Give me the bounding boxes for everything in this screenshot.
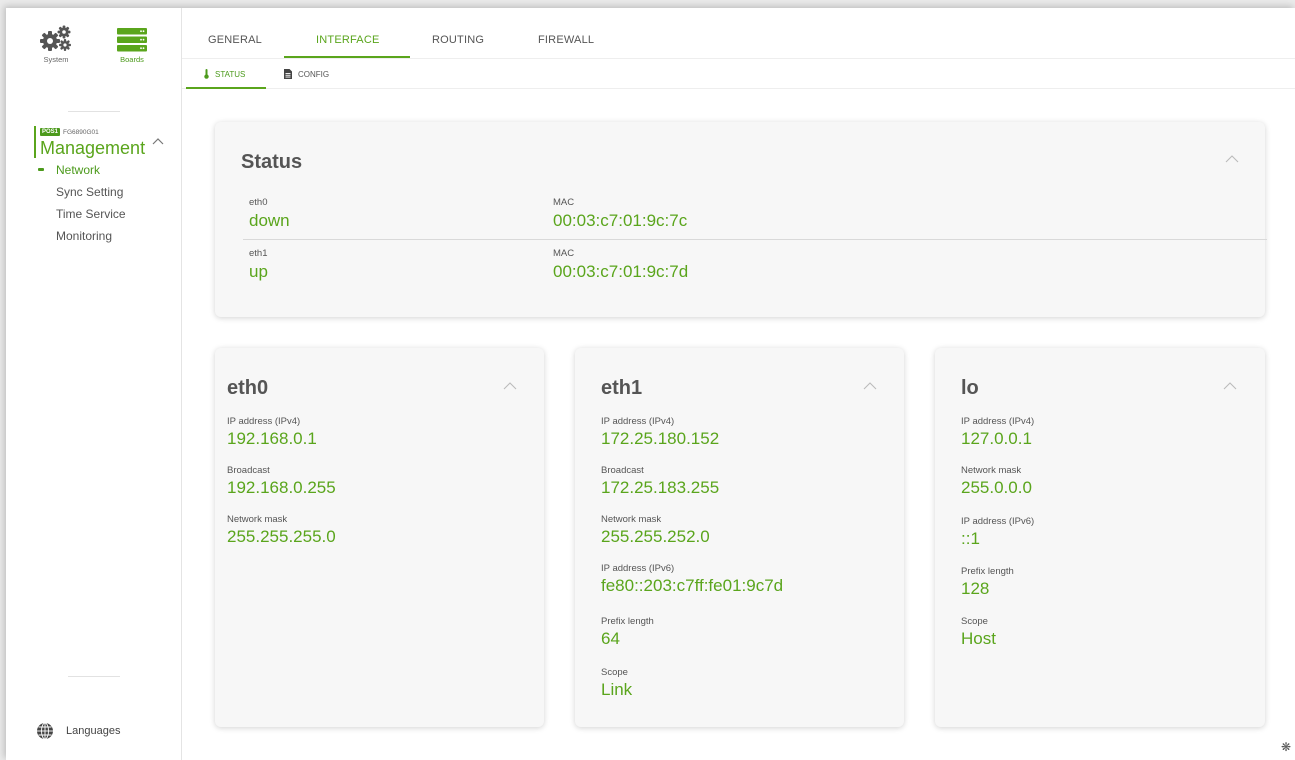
sidebar-item-time-service[interactable]: Time Service <box>32 207 126 229</box>
field-label: Broadcast <box>601 465 644 476</box>
thermometer-icon <box>204 69 209 79</box>
sidebar-item-network[interactable]: Network <box>32 163 126 185</box>
status-row-eth1-name: eth1 <box>249 248 268 259</box>
interface-card-eth1: eth1 IP address (IPv4) 172.25.180.152 Br… <box>575 348 904 727</box>
field-label: Prefix length <box>601 616 654 627</box>
status-row-eth0-mac: 00:03:c7:01:9c:7c <box>553 211 688 230</box>
field-value: 64 <box>601 629 620 648</box>
gears-icon <box>26 22 86 52</box>
active-tab-indicator <box>284 56 410 58</box>
module-system[interactable]: System <box>26 22 86 64</box>
status-row-eth0-name: eth0 <box>249 197 268 208</box>
board-active-bar <box>34 126 36 158</box>
board-slot-badge: POS1 <box>40 128 61 136</box>
subtab-status[interactable]: STATUS <box>204 69 245 79</box>
field-value: 255.255.255.0 <box>227 527 336 546</box>
status-card: Status eth0 down MAC 00:03:c7:01:9c:7c e… <box>215 122 1267 317</box>
field-value: 128 <box>961 579 990 598</box>
field-value: 127.0.0.1 <box>961 429 1032 448</box>
module-boards-label: Boards <box>120 55 144 64</box>
tab-routing[interactable]: ROUTING <box>432 34 484 46</box>
chevron-up-icon[interactable] <box>503 382 517 390</box>
chevron-up-icon[interactable] <box>1223 382 1237 390</box>
field-value: 192.168.0.1 <box>227 429 317 448</box>
interface-card-title: lo <box>961 377 979 399</box>
sidebar-item-monitoring[interactable]: Monitoring <box>32 229 126 251</box>
active-subtab-indicator <box>186 87 266 89</box>
field-label: Network mask <box>227 514 288 525</box>
sidebar-nav: Network Sync Setting Time Service Monito… <box>32 163 126 251</box>
interface-card-title: eth1 <box>601 377 643 399</box>
interface-card-lo: lo IP address (IPv4) 127.0.0.1 Network m… <box>935 348 1265 727</box>
field-label: IP address (IPv4) <box>601 416 675 427</box>
field-label: IP address (IPv4) <box>961 416 1035 427</box>
subtab-status-label: STATUS <box>215 69 246 79</box>
interface-card-eth0: eth0 IP address (IPv4) 192.168.0.1 Broad… <box>215 348 544 727</box>
field-label: IP address (IPv6) <box>961 516 1035 527</box>
status-row-eth0-mac-label: MAC <box>553 197 575 208</box>
sidebar-item-sync-setting[interactable]: Sync Setting <box>32 185 126 207</box>
settings-gear-icon[interactable]: ❋ <box>1281 740 1291 754</box>
tab-firewall[interactable]: FIREWALL <box>538 34 594 46</box>
board-tag: POS1 FG6890G01 <box>40 128 99 136</box>
field-value: 172.25.183.255 <box>601 478 720 497</box>
sidebar-divider <box>68 676 120 677</box>
field-value: 255.0.0.0 <box>961 478 1032 497</box>
module-system-label: System <box>43 55 69 64</box>
field-label: Network mask <box>601 514 662 525</box>
server-stack-icon <box>102 22 162 52</box>
sidebar-divider <box>68 111 120 112</box>
languages-button[interactable]: Languages <box>36 722 120 740</box>
tab-interface[interactable]: INTERFACE <box>316 34 380 46</box>
field-label: Network mask <box>961 465 1022 476</box>
chevron-up-icon[interactable] <box>863 382 877 390</box>
board-title: Management <box>40 138 146 158</box>
status-row-divider <box>243 239 1267 240</box>
field-value: Link <box>601 680 633 699</box>
field-label: IP address (IPv4) <box>227 416 301 427</box>
chevron-up-icon[interactable] <box>1225 155 1239 163</box>
field-label: Broadcast <box>227 465 270 476</box>
field-value: fe80::203:c7ff:fe01:9c7d <box>601 576 784 595</box>
field-label: Prefix length <box>961 566 1014 577</box>
status-row-eth1-mac: 00:03:c7:01:9c:7d <box>553 262 689 281</box>
app-window: System Boards POS1 FG6890G01 Management … <box>6 8 1295 760</box>
globe-icon <box>37 722 53 740</box>
tab-general[interactable]: GENERAL <box>208 34 262 46</box>
subtab-config-label: CONFIG <box>298 69 330 79</box>
status-row-eth1-mac-label: MAC <box>553 248 575 259</box>
sub-tabs: STATUS CONFIG <box>182 59 1295 89</box>
languages-label: Languages <box>66 725 121 737</box>
main-tabs: GENERAL INTERFACE ROUTING FIREWALL <box>182 8 1295 59</box>
field-label: Scope <box>601 667 628 678</box>
field-value: Host <box>961 629 996 648</box>
field-value: 255.255.252.0 <box>601 527 710 546</box>
field-label: IP address (IPv6) <box>601 563 675 574</box>
field-value: 172.25.180.152 <box>601 429 720 448</box>
field-label: Scope <box>961 616 988 627</box>
subtab-config[interactable]: CONFIG <box>284 69 329 79</box>
chevron-up-icon[interactable] <box>152 136 164 146</box>
board-id: FG6890G01 <box>63 128 99 136</box>
status-card-title: Status <box>241 151 303 173</box>
status-row-eth1-state: up <box>249 262 268 281</box>
field-value: ::1 <box>961 529 980 548</box>
document-icon <box>284 69 292 79</box>
field-value: 192.168.0.255 <box>227 478 336 497</box>
sidebar: System Boards POS1 FG6890G01 Management … <box>6 8 182 760</box>
interface-card-title: eth0 <box>227 377 269 399</box>
status-row-eth0-state: down <box>249 211 290 230</box>
module-boards[interactable]: Boards <box>102 22 162 64</box>
